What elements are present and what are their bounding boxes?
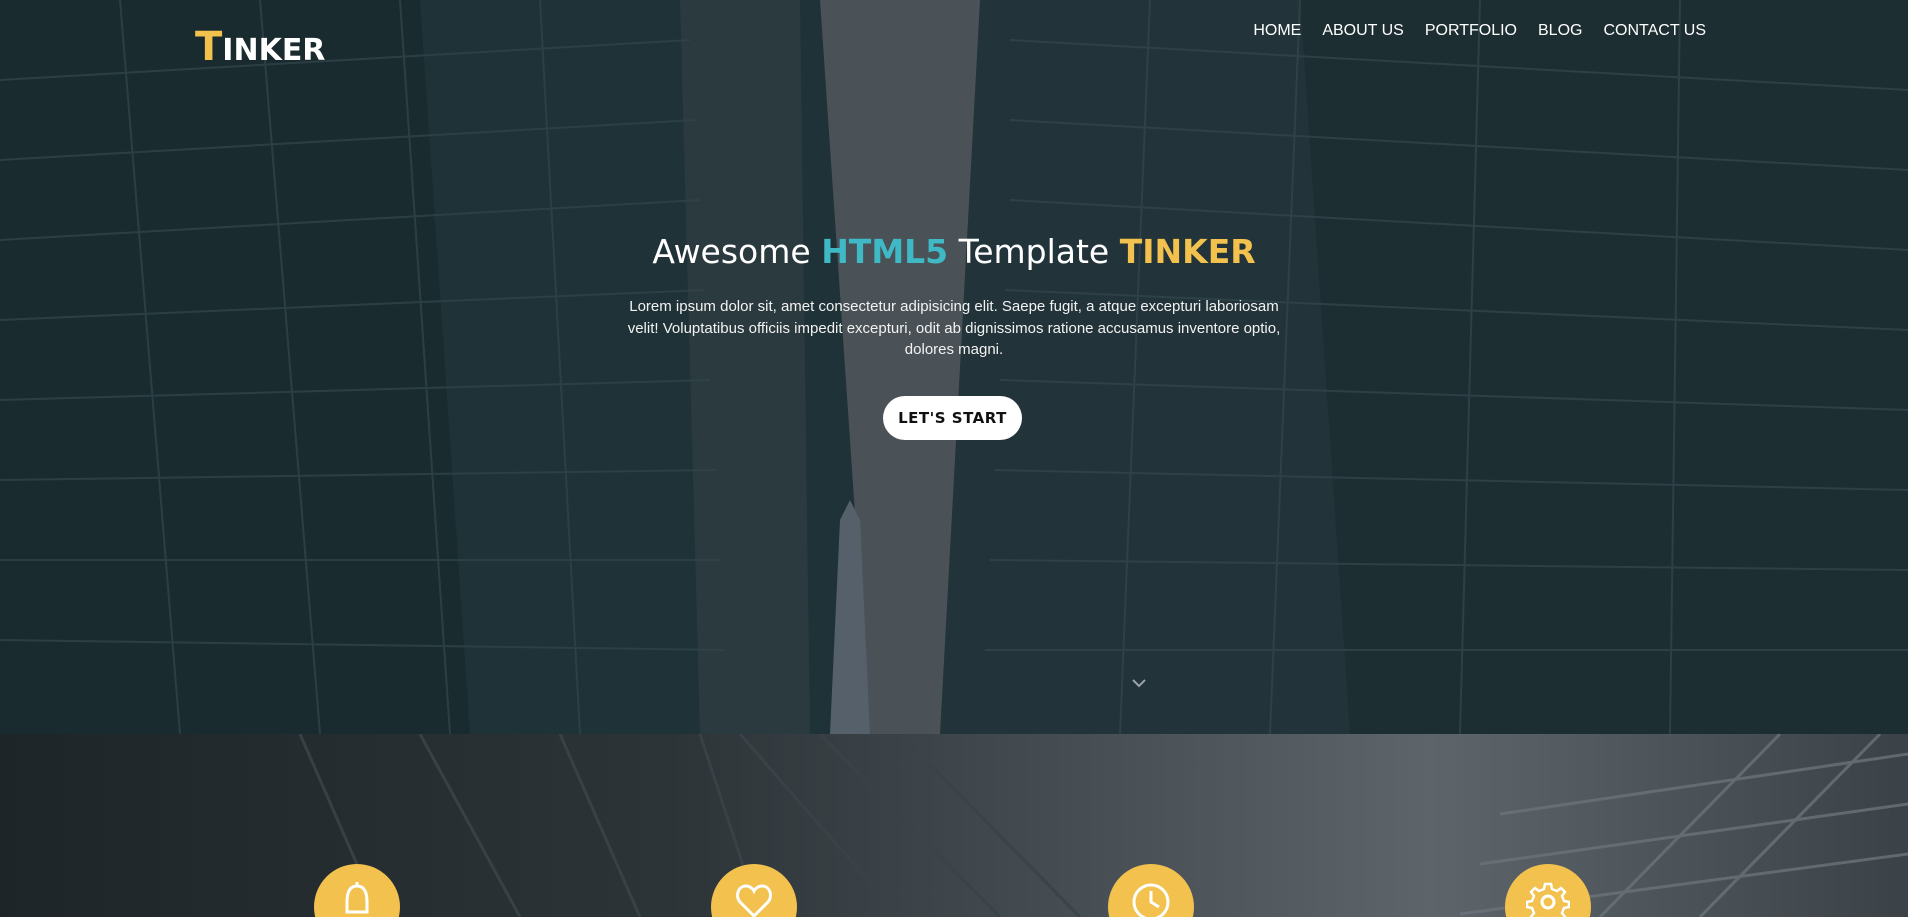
nav-item-home[interactable]: HOME <box>1253 22 1301 40</box>
nav-item-portfolio[interactable]: PORTFOLIO <box>1425 22 1517 40</box>
nav-item-blog[interactable]: BLOG <box>1538 22 1582 40</box>
hero-headline: Awesome HTML5 Template TINKER <box>0 232 1908 271</box>
clock-icon <box>1132 883 1170 917</box>
lets-start-button[interactable]: LET'S START <box>883 396 1022 440</box>
headline-highlight-tinker: TINKER <box>1119 232 1256 271</box>
headline-highlight-html5: HTML5 <box>821 232 949 271</box>
hero-section: TINKER HOME ABOUT US PORTFOLIO BLOG CONT… <box>0 0 1908 734</box>
headline-part-2: Template <box>948 232 1120 271</box>
logo-text: INKER <box>222 33 326 68</box>
site-logo[interactable]: TINKER <box>195 24 325 70</box>
main-nav: HOME ABOUT US PORTFOLIO BLOG CONTACT US <box>1253 22 1706 40</box>
nav-item-about-us[interactable]: ABOUT US <box>1322 22 1404 40</box>
glass-building-background-image <box>298 734 1908 917</box>
gear-icon <box>1526 882 1570 917</box>
hero-description: Lorem ipsum dolor sit, amet consectetur … <box>627 298 1281 358</box>
chevron-down-icon[interactable] <box>1132 678 1146 688</box>
bell-icon <box>345 882 369 914</box>
nav-item-contact-us[interactable]: CONTACT US <box>1603 22 1706 40</box>
headline-part-1: Awesome <box>652 232 822 271</box>
city-background-image <box>0 0 1908 734</box>
features-section <box>0 734 1908 917</box>
heart-icon <box>736 884 772 917</box>
logo-initial: T <box>195 24 223 70</box>
